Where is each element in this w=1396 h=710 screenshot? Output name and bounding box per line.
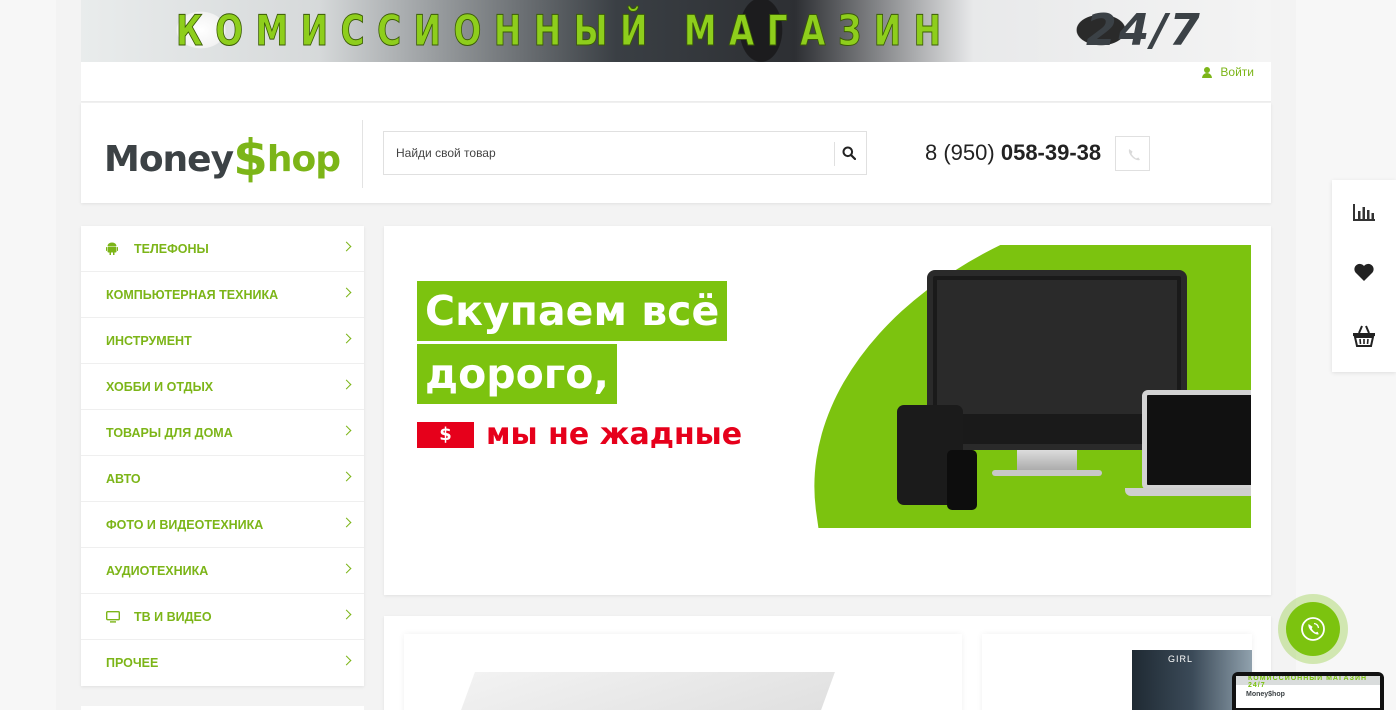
basket-icon xyxy=(1353,325,1375,347)
tv-icon xyxy=(106,610,120,623)
preview-banner: КОМИССИОННЫЙ МАГАЗИН 24/7 xyxy=(1236,676,1380,689)
top-banner[interactable]: КОМИССИОННЫЙ МАГАЗИН 24/7 xyxy=(81,0,1271,62)
phone-icon xyxy=(1128,149,1140,161)
category-label: ИНСТРУМЕНТ xyxy=(106,333,192,348)
compare-button[interactable] xyxy=(1332,180,1396,244)
category-audio[interactable]: АУДИОТЕХНИКА xyxy=(81,548,364,594)
search-input[interactable] xyxy=(384,132,834,174)
category-label: АУДИОТЕХНИКА xyxy=(106,563,209,578)
category-home[interactable]: ТОВАРЫ ДЛЯ ДОМА xyxy=(81,410,364,456)
site-header: Money$hop 8 (950) 058-39-38 xyxy=(81,103,1271,203)
monitor-base xyxy=(992,470,1102,476)
call-widget-inner xyxy=(1286,602,1340,656)
phone-number[interactable]: 8 (950) 058-39-38 xyxy=(925,140,1101,166)
banner-title: КОМИССИОННЫЙ МАГАЗИН xyxy=(176,6,954,56)
search-icon xyxy=(842,146,856,160)
bar-chart-icon xyxy=(1353,204,1375,221)
login-label: Войти xyxy=(1220,65,1254,79)
promo-banner-image[interactable]: Скупаем всё дорого, $ мы не жадные xyxy=(417,245,1251,528)
category-hobby[interactable]: ХОББИ И ОТДЫХ xyxy=(81,364,364,410)
promo-line-1: Скупаем всё xyxy=(417,281,728,341)
preview-thumbnail[interactable]: КОМИССИОННЫЙ МАГАЗИН 24/7 Money$hop xyxy=(1232,672,1384,710)
category-label: ХОББИ И ОТДЫХ xyxy=(106,379,214,394)
promo-line-3-row: $ мы не жадные xyxy=(417,417,742,452)
category-label: ТОВАРЫ ДЛЯ ДОМА xyxy=(106,425,233,440)
promo-line-3: мы не жадные xyxy=(486,417,743,452)
login-link[interactable]: Войти xyxy=(1202,65,1254,79)
cart-button[interactable] xyxy=(1332,304,1396,368)
category-label: ПРОЧЕЕ xyxy=(106,656,159,670)
sidebar-secondary-block xyxy=(81,706,364,710)
category-label: АВТО xyxy=(106,471,141,486)
category-tv[interactable]: ТВ И ВИДЕО xyxy=(81,594,364,640)
chevron-right-icon xyxy=(341,333,352,344)
product-card[interactable] xyxy=(404,634,962,710)
category-label: ТЕЛЕФОНЫ xyxy=(134,241,209,256)
right-floating-panel xyxy=(1332,180,1396,372)
search-button[interactable] xyxy=(834,132,866,174)
laptop-image xyxy=(1142,390,1251,490)
phone-main: 058-39-38 xyxy=(1000,140,1102,165)
promo-line-2: дорого, xyxy=(417,344,617,404)
logo-dollar: $ xyxy=(233,129,268,187)
heart-icon xyxy=(1354,263,1374,281)
preview-logo: Money$hop xyxy=(1246,691,1285,698)
product-image xyxy=(453,672,835,710)
call-widget-button[interactable] xyxy=(1278,594,1348,664)
header-divider xyxy=(362,120,363,188)
category-tools[interactable]: ИНСТРУМЕНТ xyxy=(81,318,364,364)
phone-prefix: 8 (950) xyxy=(925,140,995,165)
category-phones[interactable]: ТЕЛЕФОНЫ xyxy=(81,226,364,272)
product-image-text: GIRL xyxy=(1168,654,1194,664)
chevron-right-icon xyxy=(341,425,352,436)
promo-slider[interactable]: Скупаем всё дорого, $ мы не жадные xyxy=(384,226,1271,595)
laptop-base xyxy=(1125,488,1251,496)
category-computers[interactable]: КОМПЬЮТЕРНАЯ ТЕХНИКА xyxy=(81,272,364,318)
category-label: КОМПЬЮТЕРНАЯ ТЕХНИКА xyxy=(106,287,279,302)
chevron-right-icon xyxy=(341,379,352,390)
logo-hop: hop xyxy=(266,139,341,180)
preview-banner-text: КОМИССИОННЫЙ МАГАЗИН 24/7 xyxy=(1248,676,1368,689)
chevron-right-icon xyxy=(341,655,352,666)
chevron-right-icon xyxy=(341,517,352,528)
chevron-right-icon xyxy=(341,609,352,620)
user-icon xyxy=(1202,66,1213,78)
chevron-right-icon xyxy=(341,563,352,574)
products-block: GIRL xyxy=(384,616,1271,710)
category-other[interactable]: ПРОЧЕЕ xyxy=(81,640,364,686)
banner-hours: 24/7 xyxy=(1086,5,1202,56)
category-label: ТВ И ВИДЕО xyxy=(134,609,212,624)
site-logo[interactable]: Money$hop xyxy=(104,125,341,187)
dollar-tag-icon: $ xyxy=(417,421,474,448)
monitor-stand xyxy=(1017,450,1077,472)
chevron-right-icon xyxy=(341,287,352,298)
category-auto[interactable]: АВТО xyxy=(81,456,364,502)
preview-screen: КОМИССИОННЫЙ МАГАЗИН 24/7 Money$hop xyxy=(1236,676,1380,708)
product-card[interactable]: GIRL xyxy=(982,634,1252,710)
category-photo[interactable]: ФОТО И ВИДЕОТЕХНИКА xyxy=(81,502,364,548)
top-bar: Войти xyxy=(81,62,1271,102)
logo-money: Money xyxy=(104,139,234,180)
chevron-right-icon xyxy=(341,471,352,482)
phone-button[interactable] xyxy=(1115,136,1150,171)
wishlist-button[interactable] xyxy=(1332,240,1396,304)
android-icon xyxy=(106,242,120,255)
search-box xyxy=(383,131,867,175)
category-menu: ТЕЛЕФОНЫ КОМПЬЮТЕРНАЯ ТЕХНИКА ИНСТРУМЕНТ… xyxy=(81,226,364,686)
viber-phone-icon xyxy=(1301,617,1325,641)
chevron-right-icon xyxy=(341,241,352,252)
smartphone-image xyxy=(947,450,977,510)
category-label: ФОТО И ВИДЕОТЕХНИКА xyxy=(106,517,264,532)
